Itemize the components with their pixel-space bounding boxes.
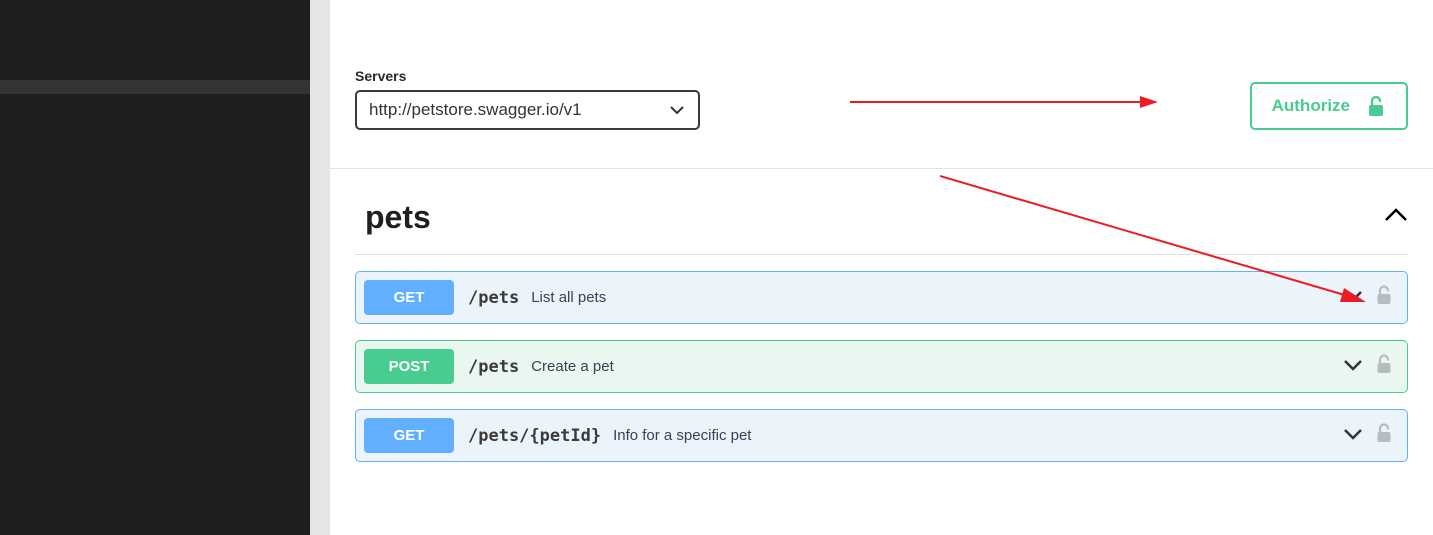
lock-open-icon: [1366, 95, 1386, 117]
operation-path: /pets: [468, 357, 519, 377]
gutter: [310, 0, 330, 535]
chevron-down-icon: [1343, 289, 1363, 307]
operation-get-pet-by-id[interactable]: GET /pets/{petId} Info for a specific pe…: [355, 409, 1408, 462]
operation-path: /pets: [468, 288, 519, 308]
sidebar: [0, 0, 310, 535]
chevron-down-icon: [1343, 427, 1363, 445]
servers-label: Servers: [355, 68, 700, 84]
servers-auth-row: Servers http://petstore.swagger.io/v1 Au…: [355, 68, 1408, 130]
chevron-down-icon: [1343, 358, 1363, 376]
operations-list: GET /pets List all pets POST /pets Creat…: [355, 271, 1408, 462]
chevron-down-icon: [670, 100, 684, 120]
lock-icon[interactable]: [1375, 285, 1393, 310]
lock-icon[interactable]: [1375, 423, 1393, 448]
servers-block: Servers http://petstore.swagger.io/v1: [355, 68, 700, 130]
operation-path: /pets/{petId}: [468, 426, 601, 446]
http-method-badge: POST: [364, 349, 454, 384]
server-select-value: http://petstore.swagger.io/v1: [369, 100, 582, 120]
operation-summary: Info for a specific pet: [613, 427, 751, 444]
chevron-up-icon: [1384, 208, 1408, 227]
operation-get-pets[interactable]: GET /pets List all pets: [355, 271, 1408, 324]
http-method-badge: GET: [364, 280, 454, 315]
tag-name: pets: [355, 199, 431, 236]
authorize-button[interactable]: Authorize: [1250, 82, 1408, 130]
http-method-badge: GET: [364, 418, 454, 453]
authorize-button-label: Authorize: [1272, 96, 1350, 116]
main-content: Servers http://petstore.swagger.io/v1 Au…: [330, 0, 1433, 535]
operation-summary: Create a pet: [531, 358, 614, 375]
operation-summary: List all pets: [531, 289, 606, 306]
operation-post-pets[interactable]: POST /pets Create a pet: [355, 340, 1408, 393]
tag-header[interactable]: pets: [355, 169, 1408, 255]
lock-icon[interactable]: [1375, 354, 1393, 379]
server-select[interactable]: http://petstore.swagger.io/v1: [355, 90, 700, 130]
